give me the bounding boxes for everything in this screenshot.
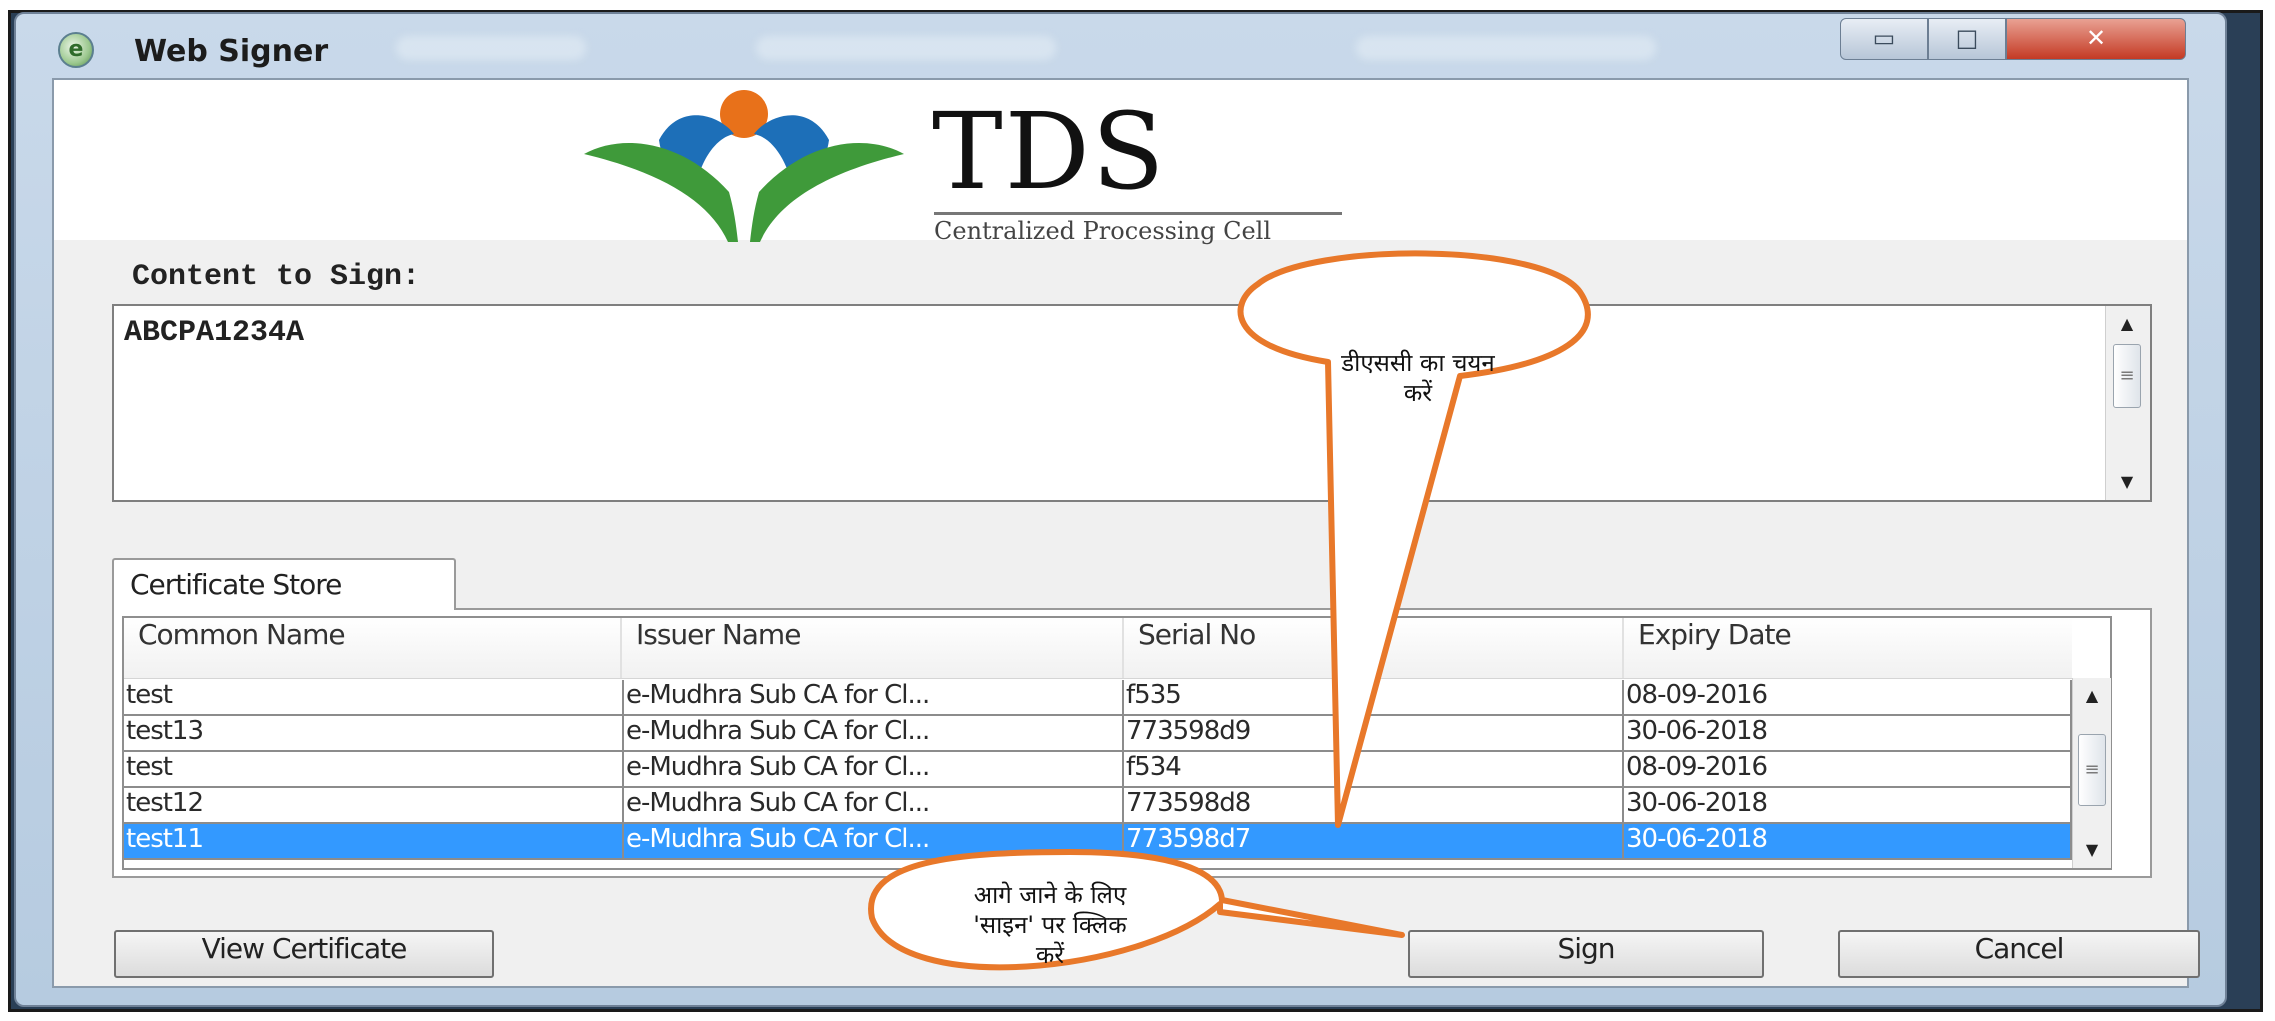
click-sign-callout-line: 'साइन' पर क्लिक — [973, 911, 1127, 939]
select-dsc-callout-line: करें — [1403, 379, 1433, 407]
annotation-callouts — [868, 250, 1591, 971]
select-dsc-callout: डीएससी का चयन करें — [1268, 348, 1568, 408]
click-sign-callout: आगे जाने के लिए 'साइन' पर क्लिक करें — [900, 880, 1200, 970]
select-dsc-callout-bubble — [1237, 250, 1591, 828]
click-sign-callout-line: करें — [1035, 941, 1065, 969]
click-sign-callout-line: आगे जाने के लिए — [973, 881, 1127, 909]
select-dsc-callout-line: डीएससी का चयन — [1341, 349, 1495, 377]
